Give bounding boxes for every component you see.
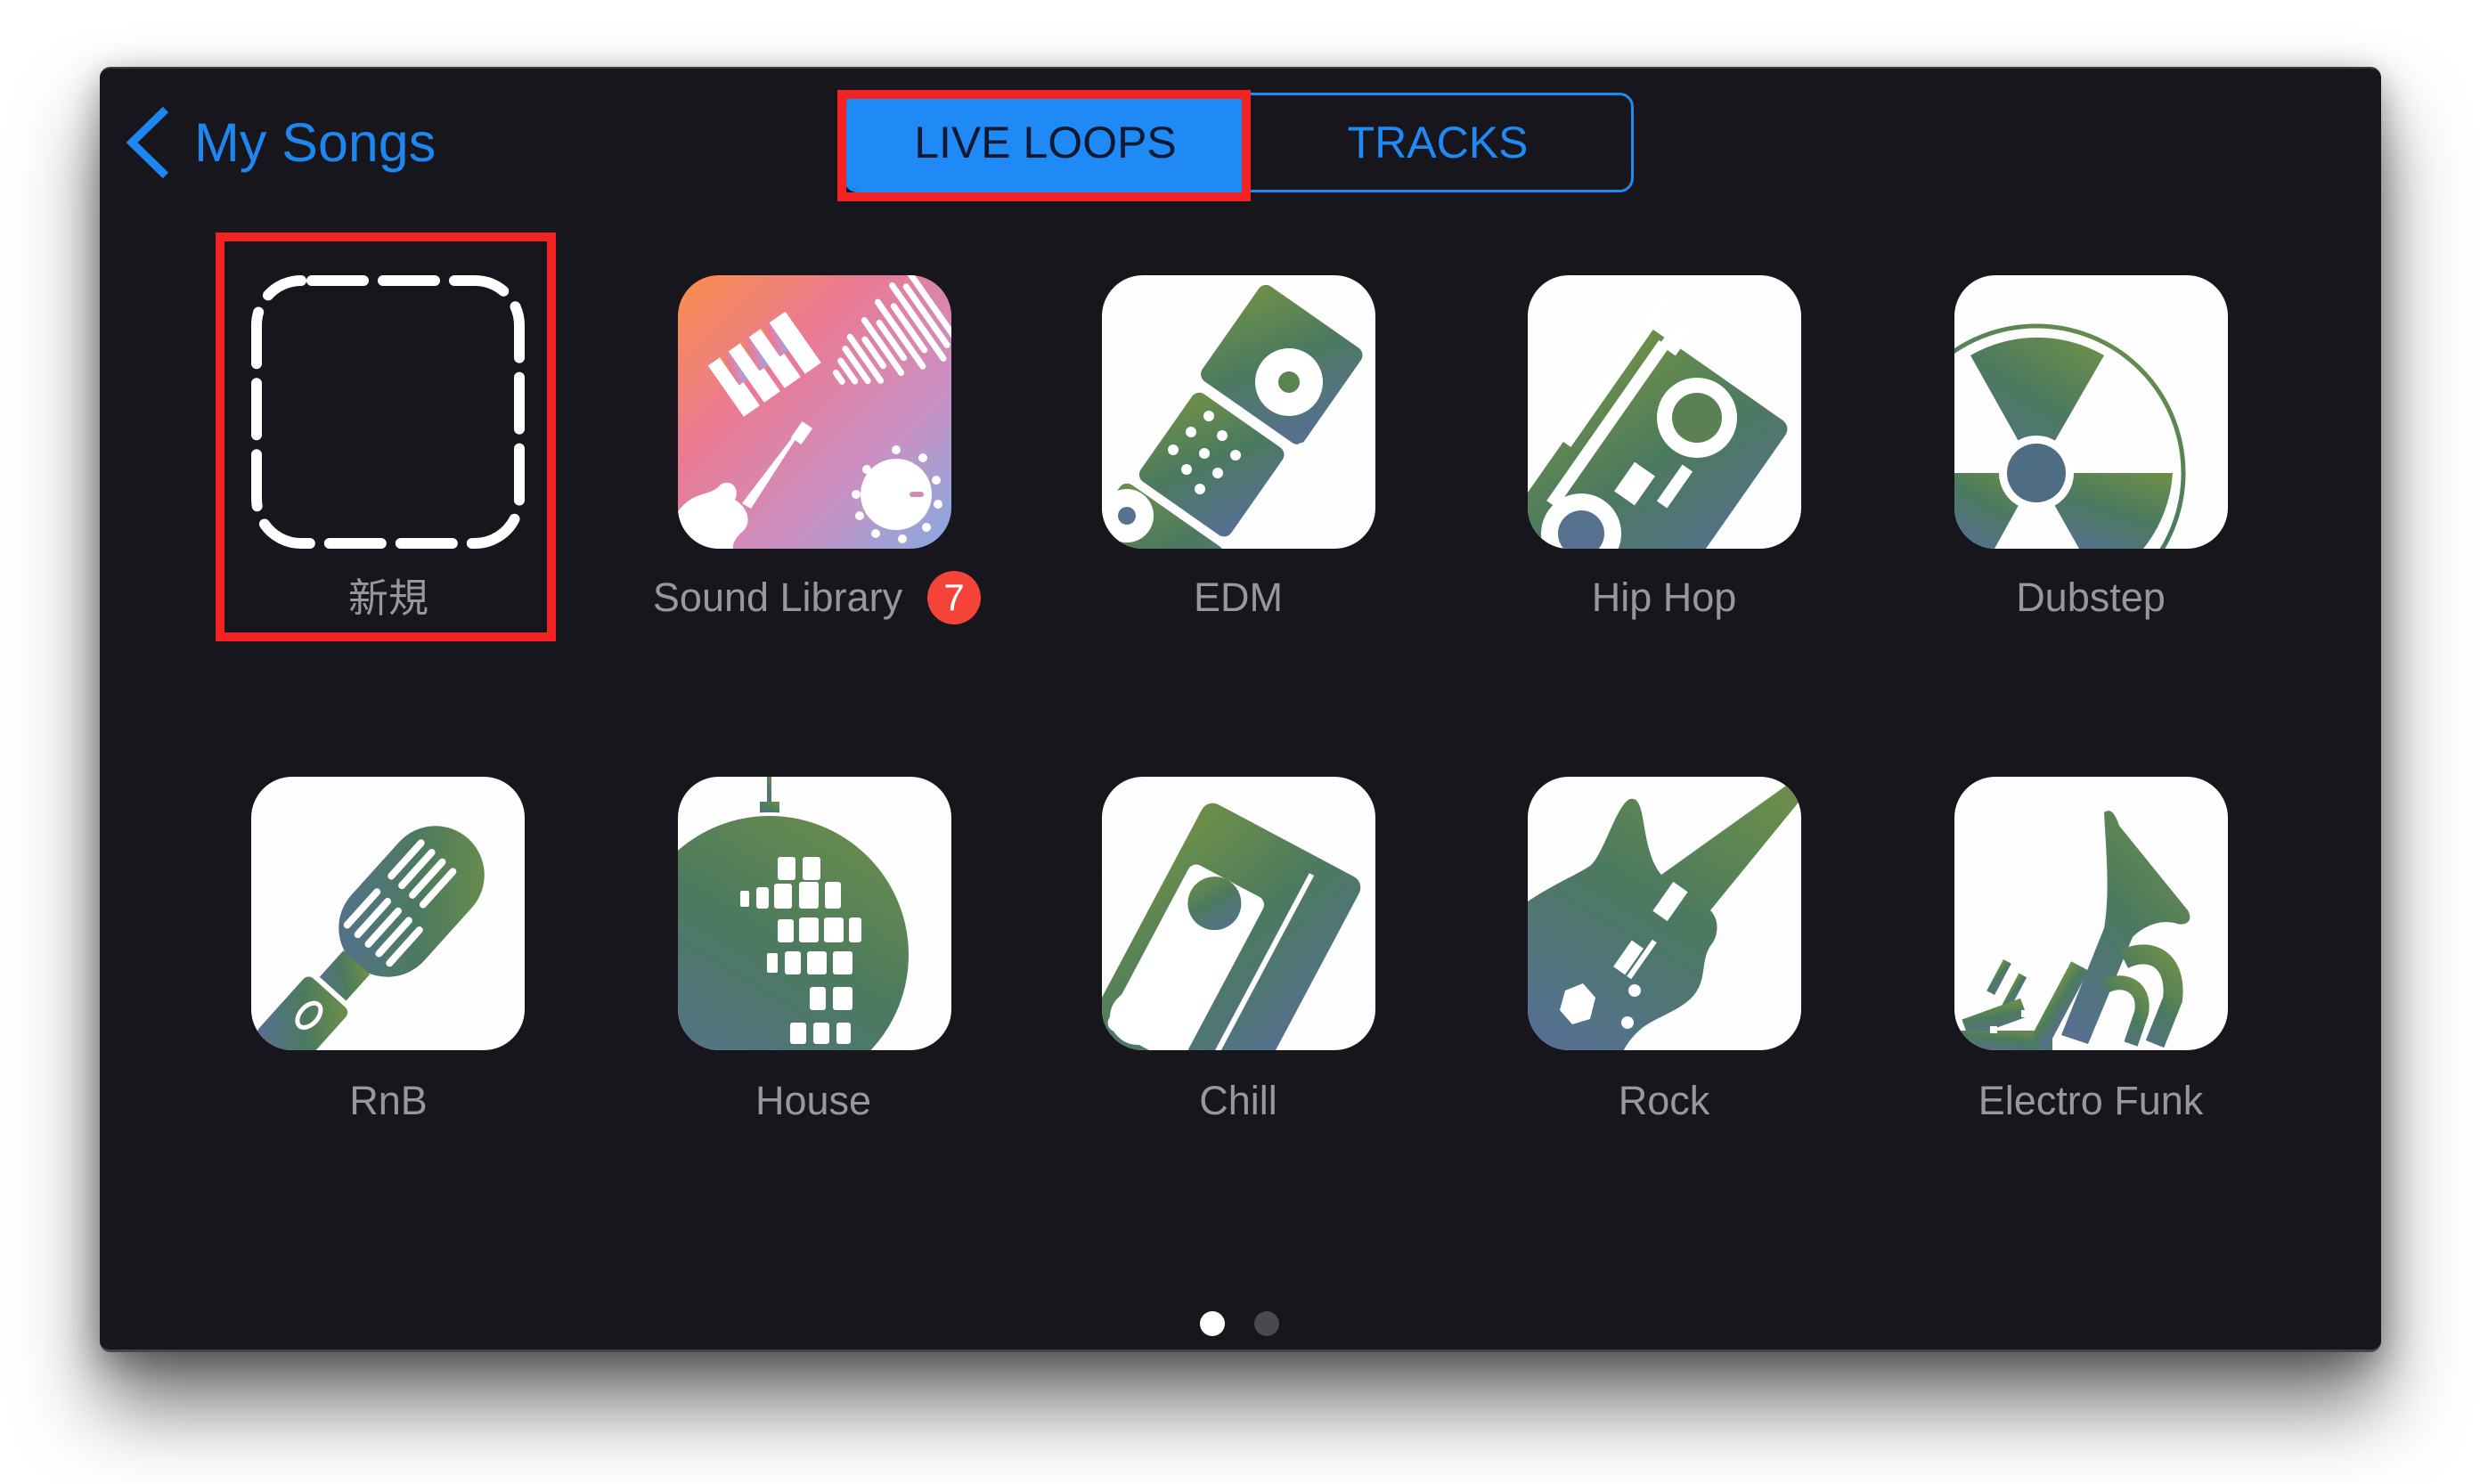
template-sound-library[interactable]: [678, 275, 951, 549]
template-label: Chill: [1199, 1078, 1277, 1123]
back-label: My Songs: [194, 111, 436, 173]
template-new[interactable]: [251, 275, 525, 549]
template-label: Sound Library: [652, 575, 903, 620]
template-label: Rock: [1618, 1078, 1710, 1123]
template-label: 新規: [347, 575, 428, 621]
app-window: [100, 67, 2381, 1352]
page-dot-2[interactable]: [1254, 1311, 1279, 1336]
disco-ball-icon: [678, 777, 912, 1050]
microphone-icon: [257, 826, 485, 1050]
template-edm[interactable]: [1102, 275, 1375, 549]
template-label: EDM: [1194, 575, 1283, 620]
template-label: Hip Hop: [1591, 575, 1737, 620]
tab-tracks[interactable]: TRACKS: [1244, 95, 1631, 190]
template-label: RnB: [349, 1078, 428, 1123]
template-rnb[interactable]: [251, 777, 525, 1050]
template-label: House: [755, 1078, 872, 1123]
tab-live-loops[interactable]: LIVE LOOPS: [846, 95, 1244, 190]
notification-badge: 7: [927, 571, 981, 624]
template-label: Electro Funk: [1978, 1078, 2204, 1123]
cassette-tape-icon: [1102, 777, 1361, 1050]
mode-segmented-control: LIVE LOOPS TRACKS: [844, 93, 1634, 192]
drum-machine-icon: [1102, 284, 1363, 549]
new-dashed-square-icon: [251, 275, 525, 549]
trumpet-icon: [1954, 811, 2190, 1050]
page-dot-1-active[interactable]: [1200, 1311, 1225, 1336]
template-chill[interactable]: [1102, 777, 1375, 1050]
template-electro-funk[interactable]: [1954, 777, 2228, 1050]
template-rock[interactable]: [1528, 777, 1801, 1050]
back-to-my-songs-button[interactable]: My Songs: [125, 100, 436, 185]
radiation-record-icon: [1954, 323, 2186, 549]
template-house[interactable]: [678, 777, 951, 1050]
sound-library-icon: [678, 275, 951, 549]
boombox-icon: [1528, 275, 1788, 549]
template-hip-hop[interactable]: [1528, 275, 1801, 549]
template-label: Dubstep: [2016, 575, 2166, 620]
chevron-left-icon: [126, 106, 169, 179]
template-dubstep[interactable]: [1954, 275, 2228, 549]
electric-guitar-icon: [1528, 786, 1801, 1050]
